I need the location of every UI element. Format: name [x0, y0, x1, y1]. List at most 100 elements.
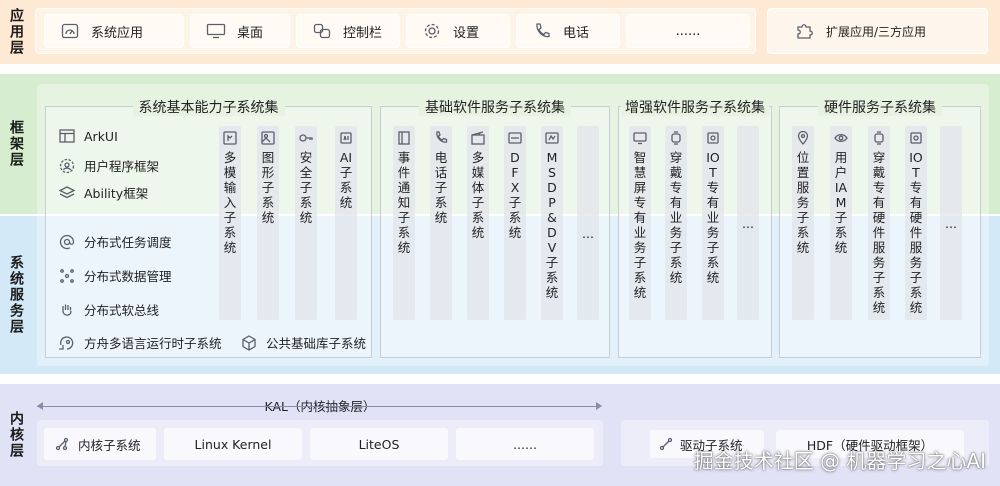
phone-call-icon	[434, 130, 448, 144]
basic-software-title: 基础软件服务子系统集	[381, 97, 609, 117]
column-security: 安全子系统	[295, 126, 317, 320]
kernel-more: ......	[456, 428, 594, 460]
watch-icon	[669, 130, 683, 145]
document-icon	[397, 130, 411, 145]
framework-item-label: ArkUI	[84, 128, 118, 144]
kernel-label: LiteOS	[358, 436, 400, 452]
column-label: 事件通知子系统	[397, 150, 411, 255]
framework-item-arkui: ArkUI	[58, 128, 118, 144]
column-label: MSDP&DV子系统	[545, 150, 559, 300]
column-label: 多媒体子系统	[471, 150, 485, 240]
basic-capability-title: 系统基本能力子系统集	[46, 97, 371, 117]
column-label: IOT专有业务子系统	[706, 150, 720, 285]
column-dfx: DFX子系统	[504, 126, 526, 320]
kernel-subsystem-icon	[54, 436, 70, 452]
column-more-enhanced: ...	[737, 126, 759, 320]
app-item-more: ......	[626, 14, 750, 48]
ark-runtime-subsystem: 方舟多语言运行时子系统	[58, 333, 222, 352]
column-label: 用户IAM子系统	[834, 150, 848, 255]
ark-runtime-label: 方舟多语言运行时子系统	[84, 336, 222, 351]
phone-icon	[531, 22, 553, 40]
gear-icon	[421, 22, 443, 40]
iot-icon	[706, 130, 720, 144]
ui-layout-icon	[58, 128, 76, 144]
distributed-task-scheduling: 分布式任务调度	[58, 232, 172, 251]
app-item-label: 系统应用	[91, 25, 144, 41]
kernel-liteos: LiteOS	[310, 428, 448, 460]
msdp-icon	[545, 130, 559, 144]
kal-arrow	[596, 402, 602, 410]
column-smart-screen: 智慧屏专有业务子系统	[629, 126, 651, 320]
column-label: ...	[945, 216, 957, 231]
app-item-control-bar: 控制栏	[296, 14, 400, 48]
monitor-icon	[205, 22, 227, 40]
column-label: ...	[582, 226, 594, 241]
control-panel-icon	[311, 22, 333, 40]
extension-apps-box: 扩展应用/三方应用	[767, 8, 988, 54]
extension-apps-label: 扩展应用/三方应用	[826, 24, 927, 39]
kernel-label: Linux Kernel	[194, 436, 272, 452]
key-icon	[299, 130, 313, 144]
app-item-phone: 电话	[516, 14, 620, 48]
common-library-subsystem: 公共基础库子系统	[240, 333, 366, 352]
column-event-notification: 事件通知子系统	[393, 126, 415, 320]
column-more-hardware: ...	[940, 126, 962, 320]
layers-icon	[58, 185, 76, 201]
app-item-desktop: 桌面	[190, 14, 290, 48]
architecture-diagram: 应用层 系统应用 桌面 控制栏 设置 电话 ...... 扩展应用/三方应用 框…	[0, 0, 1000, 486]
app-layer-label: 应用层	[8, 8, 24, 56]
image-icon	[261, 130, 275, 145]
app-item-label: 电话	[563, 25, 590, 41]
smart-screen-icon	[633, 130, 647, 145]
driver-icon	[658, 436, 674, 452]
column-multimedia: 多媒体子系统	[467, 126, 489, 320]
hand-icon	[58, 302, 76, 318]
distributed-item-label: 分布式任务调度	[84, 235, 172, 250]
distributed-data-management: 分布式数据管理	[58, 266, 172, 285]
dfx-icon	[508, 130, 522, 144]
kal-line	[37, 406, 599, 407]
common-library-label: 公共基础库子系统	[266, 336, 367, 351]
kal-arrow-left	[37, 402, 43, 410]
hardware-service-title-text: 硬件服务子系统集	[818, 100, 942, 116]
column-label: 图形子系统	[261, 150, 275, 225]
clapper-icon	[471, 130, 485, 145]
cube-icon	[240, 334, 258, 351]
column-label: IOT专有硬件服务子系统	[909, 150, 923, 315]
eye-icon	[834, 130, 848, 144]
ai-chip-icon	[339, 130, 353, 144]
column-multimodal-input: 多模输入子系统	[219, 126, 241, 320]
column-label: AI子系统	[339, 150, 353, 210]
dots-network-icon	[58, 268, 76, 284]
column-wearable-hardware: 穿戴专有硬件服务子系统	[868, 126, 890, 320]
kernel-subsystem-label: 内核子系统	[78, 437, 141, 453]
kernel-layer-label: 内核层	[8, 411, 24, 459]
framework-item-label: Ability框架	[84, 186, 149, 201]
gear-person-icon	[58, 158, 76, 174]
column-label: DFX子系统	[508, 150, 522, 240]
basic-capability-title-text: 系统基本能力子系统集	[132, 100, 285, 116]
column-msdp-dv: MSDP&DV子系统	[541, 126, 563, 320]
location-pin-icon	[796, 130, 810, 145]
enhanced-software-title-text: 增强软件服务子系统集	[621, 100, 769, 116]
kernel-label: ......	[513, 436, 537, 452]
column-more-basic-software: ...	[577, 126, 599, 320]
system-service-layer-label: 系统服务层	[8, 255, 24, 335]
column-ai: AI子系统	[335, 126, 357, 320]
column-label: 穿戴专有业务子系统	[669, 150, 683, 285]
column-wearable: 穿戴专有业务子系统	[665, 126, 687, 320]
column-label: ...	[742, 216, 754, 231]
framework-layer-label: 框架层	[8, 120, 24, 168]
column-label: 穿戴专有硬件服务子系统	[872, 150, 886, 315]
watermark: 掘金技术社区 @ 机器学习之心AI	[693, 449, 986, 473]
column-graphics: 图形子系统	[257, 126, 279, 320]
watch-icon	[872, 130, 886, 145]
column-label: 多模输入子系统	[223, 150, 237, 255]
puzzle-icon	[794, 22, 816, 40]
app-item-label: 桌面	[237, 25, 264, 41]
framework-item-ability: Ability框架	[58, 183, 148, 202]
distributed-item-label: 分布式软总线	[84, 303, 160, 318]
gauge-icon	[59, 22, 81, 40]
runtime-icon	[58, 335, 76, 351]
touch-icon	[223, 130, 237, 145]
